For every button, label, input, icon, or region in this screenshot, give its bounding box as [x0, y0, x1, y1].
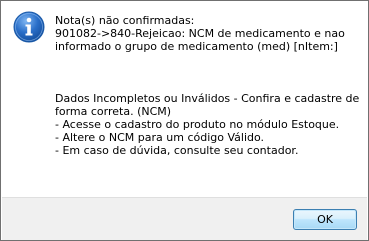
detail-line: - Em caso de dúvida, consulte seu contad…	[55, 144, 299, 157]
dialog-message: Nota(s) não confirmadas: 901082->840-Rej…	[55, 14, 360, 157]
detail-line: - Acesse o cadastro do produto no módulo…	[55, 118, 340, 131]
message-dialog: Nota(s) não confirmadas: 901082->840-Rej…	[0, 0, 369, 241]
detail-line: - Altere o NCM para um código Válido.	[55, 131, 265, 144]
ok-button[interactable]: OK	[293, 209, 357, 230]
detail-line: Dados Incompletos ou Inválidos - Confira…	[55, 92, 360, 105]
detail-line: forma correta. (NCM)	[55, 105, 172, 118]
message-line: 901082->840-Rejeicao: NCM de medicamento…	[55, 27, 345, 40]
message-spacer	[55, 53, 360, 92]
message-line: Nota(s) não confirmadas:	[55, 14, 195, 27]
dialog-content: Nota(s) não confirmadas: 901082->840-Rej…	[2, 2, 367, 197]
dialog-button-bar: OK	[2, 197, 367, 240]
information-icon	[13, 11, 45, 43]
message-line: informado o grupo de medicamento (med) […	[55, 40, 338, 53]
